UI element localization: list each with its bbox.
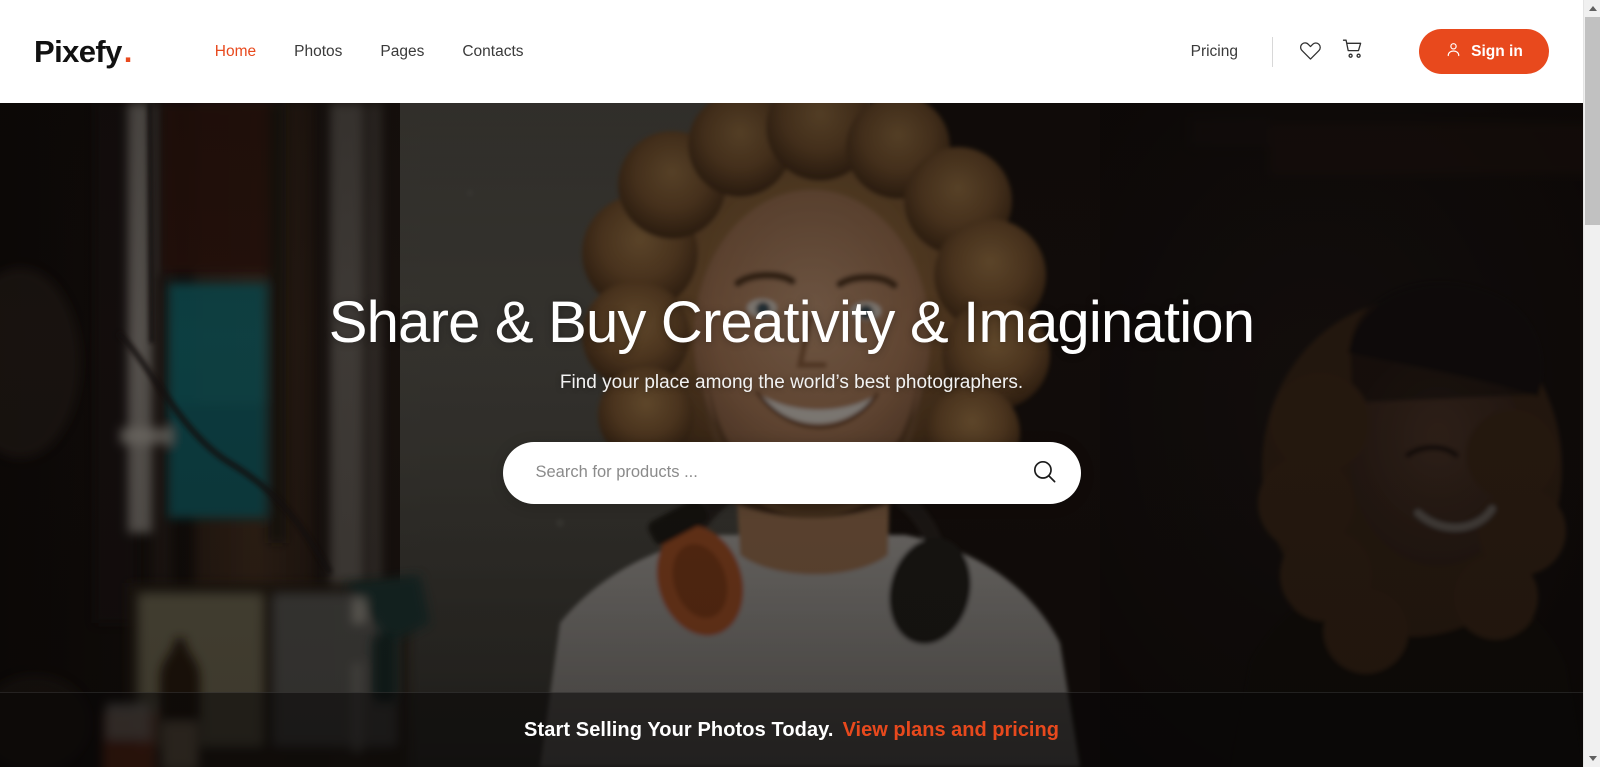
- nav-item-home[interactable]: Home: [196, 33, 275, 71]
- hero-content: Share & Buy Creativity & Imagination Fin…: [0, 103, 1583, 692]
- header-actions: Pricing Sign in: [1177, 29, 1549, 74]
- hero-section: Share & Buy Creativity & Imagination Fin…: [0, 103, 1583, 767]
- page-content: Pixefy . Home Photos Pages Contacts Pric…: [0, 0, 1583, 767]
- scrollbar-thumb[interactable]: [1585, 17, 1600, 225]
- hero-title: Share & Buy Creativity & Imagination: [328, 290, 1255, 356]
- hero-search-bar: [502, 441, 1081, 504]
- nav-item-pages[interactable]: Pages: [361, 33, 443, 71]
- wishlist-button[interactable]: [1291, 33, 1329, 71]
- brand-logo-text: Pixefy: [34, 34, 122, 69]
- header-divider: [1272, 36, 1273, 67]
- primary-navigation: Home Photos Pages Contacts: [196, 33, 543, 71]
- cta-banner: Start Selling Your Photos Today. View pl…: [0, 692, 1583, 767]
- scrollbar-down-button[interactable]: [1584, 750, 1600, 767]
- user-icon: [1445, 41, 1462, 63]
- vertical-scrollbar[interactable]: [1583, 0, 1600, 767]
- cta-pricing-link[interactable]: View plans and pricing: [843, 719, 1059, 742]
- heart-icon: [1299, 38, 1322, 66]
- search-input[interactable]: [502, 463, 1019, 483]
- nav-item-pricing[interactable]: Pricing: [1177, 33, 1252, 71]
- brand-logo[interactable]: Pixefy .: [34, 36, 132, 67]
- chevron-down-icon: [1588, 756, 1597, 761]
- hero-subtitle: Find your place among the world’s best p…: [559, 371, 1024, 393]
- scrollbar-up-button[interactable]: [1584, 0, 1600, 17]
- browser-viewport: Pixefy . Home Photos Pages Contacts Pric…: [0, 0, 1600, 767]
- nav-item-photos[interactable]: Photos: [275, 33, 361, 71]
- cart-button[interactable]: [1335, 33, 1373, 71]
- nav-item-contacts[interactable]: Contacts: [443, 33, 542, 71]
- brand-logo-dot: .: [123, 34, 133, 69]
- chevron-up-icon: [1588, 6, 1597, 11]
- search-icon: [1031, 458, 1058, 488]
- cta-text: Start Selling Your Photos Today.: [524, 718, 834, 741]
- shopping-cart-icon: [1342, 37, 1366, 66]
- site-header: Pixefy . Home Photos Pages Contacts Pric…: [0, 0, 1583, 103]
- sign-in-label: Sign in: [1471, 42, 1523, 60]
- search-submit-button[interactable]: [1019, 442, 1081, 504]
- sign-in-button[interactable]: Sign in: [1419, 29, 1549, 74]
